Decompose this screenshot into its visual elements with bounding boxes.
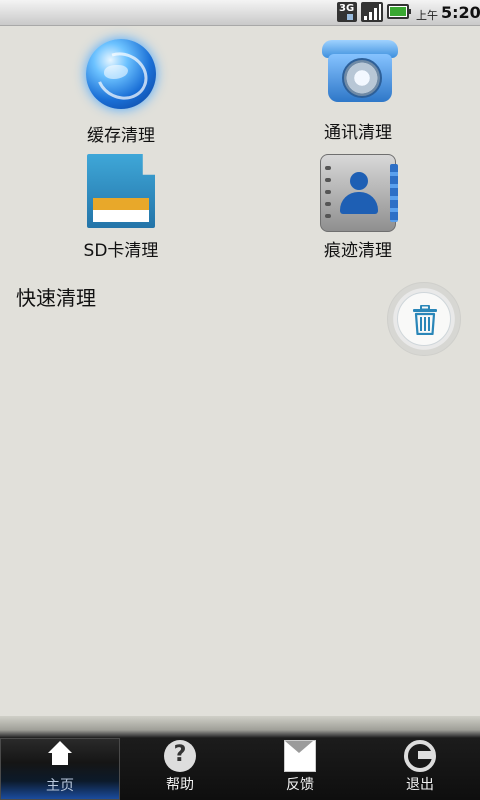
tile-sd-card-clean[interactable]: SD卡清理	[36, 154, 206, 261]
nav-label: 反馈	[286, 777, 314, 793]
status-bar: 3G 上午 5:20	[0, 0, 480, 26]
battery-icon	[387, 4, 411, 19]
sd-card-icon	[83, 154, 159, 230]
signal-strength-icon	[361, 2, 383, 22]
home-icon	[44, 741, 76, 773]
tile-communication-clean[interactable]: 通讯清理	[273, 36, 443, 143]
help-icon: ?	[164, 740, 196, 772]
trash-icon	[413, 305, 437, 335]
nav-feedback[interactable]: 反馈	[240, 738, 360, 800]
nav-exit[interactable]: 退出	[360, 738, 480, 800]
nav-help[interactable]: ? 帮助	[120, 738, 240, 800]
globe-icon	[83, 39, 159, 115]
network-type-label: 3G	[339, 3, 355, 14]
nav-label: 退出	[406, 777, 434, 793]
bottom-navigation: 主页 ? 帮助 反馈 退出	[0, 716, 480, 800]
tile-trace-clean[interactable]: 痕迹清理	[273, 154, 443, 261]
tile-label: 痕迹清理	[324, 241, 392, 261]
time-period: 上午	[416, 9, 438, 22]
tile-cache-clean[interactable]: 缓存清理	[36, 36, 206, 146]
clock-time: 5:20	[441, 3, 480, 22]
tile-label: 缓存清理	[87, 126, 155, 146]
nav-label: 帮助	[166, 777, 194, 793]
exit-icon	[404, 740, 436, 772]
telephone-icon	[320, 36, 398, 112]
network-3g-icon: 3G	[337, 2, 357, 22]
tile-label: SD卡清理	[83, 241, 159, 261]
nav-home[interactable]: 主页	[0, 738, 120, 800]
nav-label: 主页	[46, 778, 74, 794]
mail-icon	[284, 740, 316, 772]
quick-clean-button[interactable]	[387, 282, 461, 356]
tile-label: 通讯清理	[324, 123, 392, 143]
contacts-book-icon	[320, 154, 398, 232]
quick-clean-title: 快速清理	[16, 286, 96, 310]
